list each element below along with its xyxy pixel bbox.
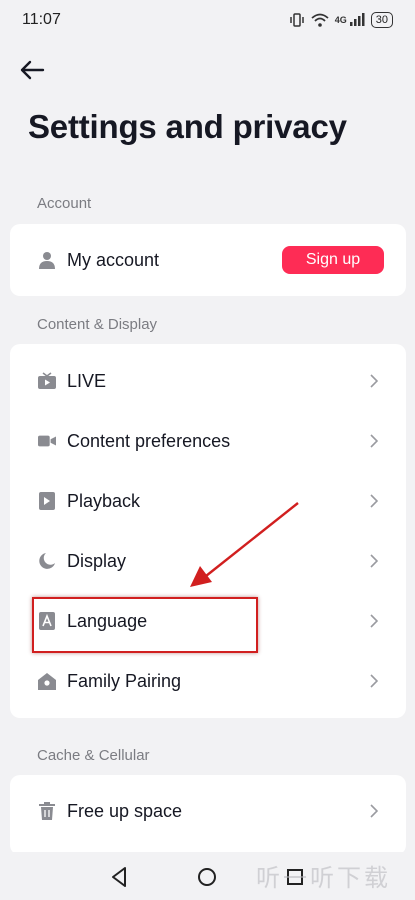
language-icon <box>38 612 56 630</box>
settings-row-free-up-space[interactable]: Free up space <box>10 781 406 841</box>
sign-up-button[interactable]: Sign up <box>282 246 384 274</box>
row-label: Family Pairing <box>67 670 182 691</box>
section-header-account: Account <box>37 195 92 212</box>
back-button[interactable] <box>16 54 48 86</box>
chevron-right-icon <box>370 493 380 509</box>
row-label: Content preferences <box>67 430 231 451</box>
page-title: Settings and privacy <box>28 108 347 145</box>
section-header-cache-cellular: Cache & Cellular <box>37 747 150 764</box>
home-icon <box>38 672 56 690</box>
person-icon <box>38 251 56 269</box>
back-arrow-icon <box>20 60 45 80</box>
settings-row-language[interactable]: Language <box>10 591 406 651</box>
status-time: 11:07 <box>22 11 61 28</box>
trash-icon <box>38 802 56 820</box>
content-display-card: LIVE Content preferences Playback Displa… <box>10 344 406 718</box>
video-camera-icon <box>38 432 56 450</box>
settings-row-playback[interactable]: Playback <box>10 471 406 531</box>
chevron-right-icon <box>370 553 380 569</box>
wifi-icon <box>311 13 329 27</box>
signal-icon <box>349 13 365 26</box>
row-label: Display <box>67 550 127 571</box>
chevron-right-icon <box>370 613 380 629</box>
settings-row-display[interactable]: Display <box>10 531 406 591</box>
status-icons: 4G 30 <box>289 12 393 28</box>
battery-indicator: 30 <box>370 12 393 28</box>
row-label: My account <box>67 249 160 270</box>
row-label: Playback <box>67 490 141 511</box>
settings-row-family-pairing[interactable]: Family Pairing <box>10 651 406 711</box>
settings-row-live[interactable]: LIVE <box>10 351 406 411</box>
moon-icon <box>38 552 56 570</box>
nav-home-icon[interactable] <box>196 866 218 888</box>
row-label: Language <box>67 610 148 631</box>
row-label: Free up space <box>67 800 183 821</box>
settings-row-content-preferences[interactable]: Content preferences <box>10 411 406 471</box>
row-label: LIVE <box>67 370 107 391</box>
tv-icon <box>38 372 56 390</box>
cache-cellular-card: Free up space <box>10 775 406 855</box>
status-bar: 11:07 4G 30 <box>0 0 415 40</box>
vibrate-icon <box>289 13 304 27</box>
chevron-right-icon <box>370 373 380 389</box>
section-header-content-display: Content & Display <box>37 316 158 333</box>
network-type: 4G <box>334 15 347 25</box>
nav-back-icon[interactable] <box>108 866 130 888</box>
settings-row-my-account[interactable]: My account Sign up <box>10 224 406 296</box>
watermark: 听一听下载 <box>256 864 391 892</box>
account-card: My account Sign up <box>10 224 406 296</box>
play-icon <box>38 492 56 510</box>
chevron-right-icon <box>370 673 380 689</box>
chevron-right-icon <box>370 433 380 449</box>
chevron-right-icon <box>370 803 380 819</box>
